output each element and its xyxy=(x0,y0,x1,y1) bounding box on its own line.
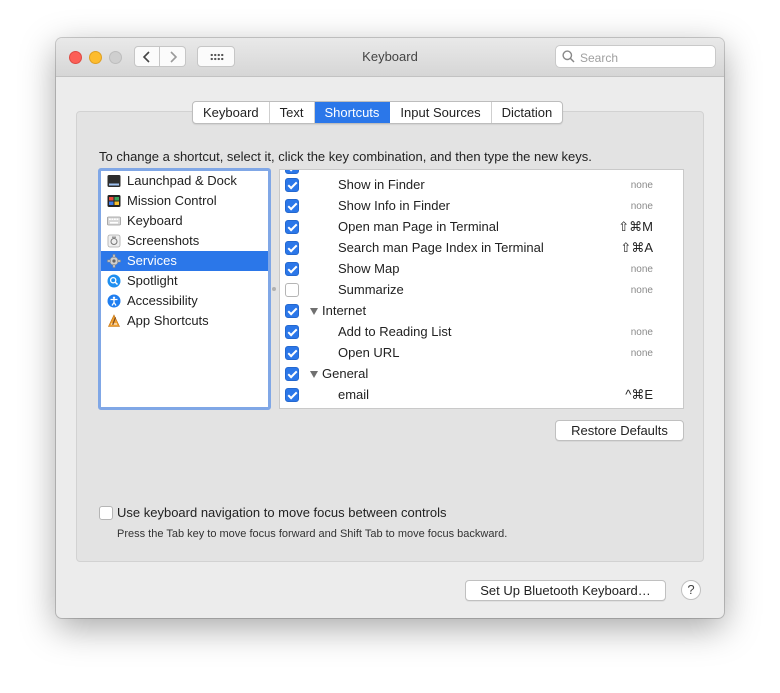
category-label: Keyboard xyxy=(127,213,183,228)
disclosure-triangle-icon[interactable] xyxy=(310,308,318,315)
shortcut-label: Open URL xyxy=(338,345,400,360)
gear-icon xyxy=(107,254,121,268)
title-bar: Keyboard xyxy=(56,38,724,77)
spotlight-icon xyxy=(107,274,121,288)
accessibility-icon xyxy=(107,294,121,308)
shortcut-row[interactable]: Open man Page in Terminal ⇧⌘M xyxy=(280,217,683,238)
category-accessibility[interactable]: Accessibility xyxy=(101,291,268,311)
shortcut-checkbox[interactable] xyxy=(285,367,299,381)
tab-text[interactable]: Text xyxy=(270,102,315,123)
shortcut-list[interactable]: Show in Finder none Show Info in Finder … xyxy=(279,169,684,409)
keyboard-navigation-hint: Press the Tab key to move focus forward … xyxy=(117,528,508,540)
category-spotlight[interactable]: Spotlight xyxy=(101,271,268,291)
shortcut-key[interactable]: none xyxy=(631,196,653,217)
help-button[interactable]: ? xyxy=(681,580,701,600)
instruction-text: To change a shortcut, select it, click t… xyxy=(99,149,592,164)
shortcut-label: Show Info in Finder xyxy=(338,198,451,213)
shortcut-checkbox[interactable] xyxy=(285,304,299,318)
category-screenshots[interactable]: Screenshots xyxy=(101,231,268,251)
split-view-divider[interactable] xyxy=(272,287,276,291)
shortcut-checkbox[interactable] xyxy=(285,199,299,213)
restore-defaults-button[interactable]: Restore Defaults xyxy=(555,420,684,441)
tab-dictation[interactable]: Dictation xyxy=(492,102,563,123)
category-label: Mission Control xyxy=(127,193,217,208)
disclosure-triangle-icon[interactable] xyxy=(310,371,318,378)
shortcut-row[interactable]: Show in Finder none xyxy=(280,175,683,196)
category-label: Spotlight xyxy=(127,273,178,288)
shortcut-checkbox[interactable] xyxy=(285,388,299,402)
category-services[interactable]: Services xyxy=(101,251,268,271)
shortcut-key[interactable]: none xyxy=(631,259,653,280)
category-label: Accessibility xyxy=(127,293,198,308)
category-app-shortcuts[interactable]: App Shortcuts xyxy=(101,311,268,331)
search-field[interactable] xyxy=(555,45,716,68)
category-launchpad-dock[interactable]: Launchpad & Dock xyxy=(101,171,268,191)
category-list[interactable]: Launchpad & Dock Mission Control Keyboar… xyxy=(98,168,271,410)
shortcut-key[interactable]: none xyxy=(631,343,653,364)
category-keyboard[interactable]: Keyboard xyxy=(101,211,268,231)
shortcut-label: email xyxy=(338,387,370,402)
shortcut-label: Search man Page Index in Terminal xyxy=(338,240,544,255)
shortcut-row[interactable]: Search man Page Index in Terminal ⇧⌘A xyxy=(280,238,683,259)
shortcut-row[interactable]: Summarize none xyxy=(280,280,683,301)
shortcut-group-row[interactable]: General xyxy=(280,364,683,385)
shortcut-checkbox[interactable] xyxy=(285,346,299,360)
set-up-bluetooth-keyboard-button[interactable]: Set Up Bluetooth Keyboard… xyxy=(465,580,666,601)
shortcut-row[interactable]: Show Map none xyxy=(280,259,683,280)
keyboard-navigation-label[interactable]: Use keyboard navigation to move focus be… xyxy=(117,505,447,520)
shortcut-key[interactable]: none xyxy=(631,280,653,301)
category-mission-control[interactable]: Mission Control xyxy=(101,191,268,211)
screenshots-icon xyxy=(107,234,121,248)
shortcut-key[interactable]: ⇧⌘A xyxy=(620,238,653,258)
keyboard-preferences-window: Keyboard Keyboard Text Shortcuts Input S… xyxy=(56,38,724,618)
shortcut-checkbox[interactable] xyxy=(285,178,299,192)
shortcut-label: Open man Page in Terminal xyxy=(338,219,499,234)
search-input[interactable] xyxy=(578,48,712,67)
shortcut-label: Summarize xyxy=(338,282,404,297)
app-shortcuts-icon xyxy=(108,314,120,327)
shortcut-label: Show in Finder xyxy=(338,177,425,192)
shortcut-key[interactable]: ^⌘E xyxy=(625,385,653,405)
shortcut-row[interactable]: Open URL none xyxy=(280,343,683,364)
launchpad-dock-icon xyxy=(107,175,121,187)
mission-control-icon xyxy=(107,195,121,207)
shortcut-checkbox[interactable] xyxy=(285,220,299,234)
shortcut-key[interactable]: none xyxy=(631,322,653,343)
shortcut-row[interactable]: Add to Reading List none xyxy=(280,322,683,343)
shortcut-row[interactable]: email ^⌘E xyxy=(280,385,683,406)
shortcut-checkbox[interactable] xyxy=(285,262,299,276)
shortcut-row[interactable]: Show Info in Finder none xyxy=(280,196,683,217)
search-icon xyxy=(562,50,575,63)
shortcut-label: Show Map xyxy=(338,261,400,276)
category-label: Launchpad & Dock xyxy=(127,173,237,188)
category-label: App Shortcuts xyxy=(127,313,209,328)
tab-bar: Keyboard Text Shortcuts Input Sources Di… xyxy=(192,101,564,124)
tab-input-sources[interactable]: Input Sources xyxy=(390,102,492,123)
shortcut-group-row[interactable]: Internet xyxy=(280,301,683,322)
group-label: Internet xyxy=(322,303,367,318)
tab-shortcuts[interactable]: Shortcuts xyxy=(314,102,391,123)
shortcut-label: Add to Reading List xyxy=(338,324,452,339)
keyboard-icon xyxy=(107,216,121,226)
shortcut-key[interactable]: ⇧⌘M xyxy=(618,217,653,237)
shortcut-checkbox[interactable] xyxy=(285,170,299,174)
shortcut-checkbox[interactable] xyxy=(285,283,299,297)
keyboard-navigation-checkbox[interactable] xyxy=(99,506,113,520)
shortcut-key[interactable]: none xyxy=(631,175,653,196)
shortcut-checkbox[interactable] xyxy=(285,241,299,255)
category-label: Screenshots xyxy=(127,233,200,248)
shortcut-checkbox[interactable] xyxy=(285,325,299,339)
tab-keyboard[interactable]: Keyboard xyxy=(193,102,270,123)
category-label: Services xyxy=(127,253,177,268)
group-label: General xyxy=(322,366,369,381)
